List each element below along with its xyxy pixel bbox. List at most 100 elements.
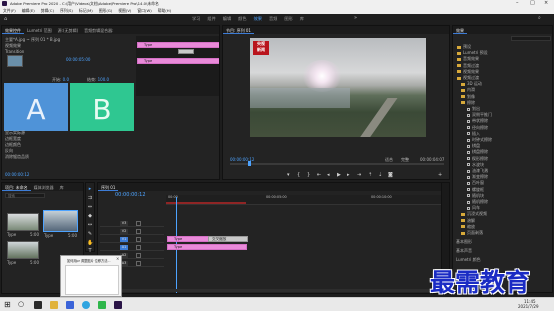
lift-icon[interactable]: ⇡: [368, 172, 372, 178]
wechat-icon[interactable]: [98, 301, 106, 309]
step-back-icon[interactable]: ◂: [327, 172, 330, 178]
in-point-icon[interactable]: {: [297, 172, 300, 178]
work-area-bar[interactable]: [166, 202, 246, 204]
marker-icon[interactable]: ▾: [287, 172, 290, 178]
menu-item-6[interactable]: 视图(V): [118, 7, 131, 14]
start-icon[interactable]: ⊞: [4, 300, 11, 309]
panel-link-0[interactable]: 基本图形: [456, 239, 472, 245]
type-tool-icon[interactable]: T: [87, 248, 93, 254]
menu-item-4[interactable]: 标记(M): [79, 7, 93, 14]
add-button-icon[interactable]: +: [438, 172, 442, 178]
timeline-ruler[interactable]: 00:00 00:00:05:00 00:00:10:00: [166, 195, 449, 205]
effect-item-18[interactable]: 楔形擦除: [467, 156, 488, 162]
hand-tool-icon[interactable]: ✋: [87, 240, 93, 246]
project-search[interactable]: 搜索: [5, 193, 45, 198]
effect-item-24[interactable]: 随机块: [467, 193, 484, 199]
slip-tool-icon[interactable]: ↔: [87, 222, 93, 228]
tab-program[interactable]: 节目: 序列 01: [223, 26, 254, 34]
timeline-scrollbar[interactable]: [98, 289, 449, 292]
effect-folder-30[interactable]: 页面剥落: [461, 230, 483, 236]
extract-icon[interactable]: ⇣: [378, 172, 382, 178]
effect-clip-bar-2[interactable]: Type: [137, 58, 219, 64]
project-tab-0[interactable]: 项目: 未命名: [2, 183, 31, 191]
tab-effects[interactable]: 效果: [453, 26, 467, 34]
folder-icon[interactable]: [50, 301, 58, 309]
track-header-v3[interactable]: V3: [100, 220, 164, 227]
minimize-button[interactable]: –: [516, 0, 519, 6]
popup-close-icon[interactable]: ×: [116, 256, 119, 261]
effect-item-19[interactable]: 水波块: [467, 162, 484, 168]
start-value[interactable]: 0.0: [63, 77, 69, 82]
go-to-out-icon[interactable]: ⇥: [357, 172, 361, 178]
effect-folder-27[interactable]: 沉浸式视频: [461, 211, 487, 217]
task-search-icon[interactable]: ○: [18, 300, 24, 308]
playhead-scrubber[interactable]: [230, 161, 444, 166]
step-forward-icon[interactable]: ▸: [347, 172, 350, 178]
effect-folder-29[interactable]: 缩放: [461, 224, 475, 230]
premiere-icon[interactable]: [114, 301, 122, 309]
popup-window[interactable]: 如何用pr 调整图片 位移方法... ×: [60, 255, 122, 297]
effect-folder-2[interactable]: 音频效果: [457, 56, 479, 62]
tab-sequence[interactable]: 序列 01: [98, 183, 119, 191]
effect-item-22[interactable]: 百叶窗: [467, 180, 484, 186]
out-point-icon[interactable]: }: [307, 172, 310, 178]
pen-tool-icon[interactable]: ✎: [87, 231, 93, 237]
home-icon[interactable]: ⌂: [4, 16, 7, 22]
explorer-icon[interactable]: [34, 301, 42, 309]
transition-marker[interactable]: [178, 49, 194, 54]
effect-folder-3[interactable]: 音频过渡: [457, 63, 479, 69]
menu-item-1[interactable]: 编辑(E): [22, 7, 35, 14]
effect-folder-8[interactable]: 划像: [461, 94, 475, 100]
timeline-clip-3[interactable]: Type: [167, 244, 247, 250]
workspace-tab-4[interactable]: 效果: [254, 16, 262, 22]
workspace-tab-5[interactable]: 音频: [269, 16, 277, 22]
selection-tool-icon[interactable]: ▸: [87, 186, 93, 192]
menu-item-8[interactable]: 帮助(H): [158, 7, 171, 14]
project-thumb-1[interactable]: [7, 213, 39, 231]
project-thumb-3[interactable]: [7, 241, 39, 259]
playhead-marker[interactable]: [248, 161, 251, 166]
track-header-a1[interactable]: A1: [100, 244, 164, 251]
effect-item-23[interactable]: 螺旋框: [467, 187, 484, 193]
end-value[interactable]: 100.0: [98, 77, 109, 82]
workspace-tab-3[interactable]: 颜色: [238, 16, 246, 22]
effect-item-17[interactable]: 棋盘擦除: [467, 149, 488, 155]
app-icon-2[interactable]: [66, 301, 74, 309]
workspace-tab-7[interactable]: 库: [300, 16, 304, 22]
workspace-tab-0[interactable]: 学习: [192, 16, 200, 22]
menu-item-2[interactable]: 剪辑(C): [41, 7, 54, 14]
export-frame-icon[interactable]: ◙: [388, 172, 393, 178]
effect-folder-4[interactable]: 视频效果: [457, 69, 479, 75]
track-toggle-icon[interactable]: [136, 253, 141, 258]
panel-link-1[interactable]: 基本声音: [456, 248, 472, 254]
track-header-v1[interactable]: V1: [100, 236, 164, 243]
effect-clip-bar[interactable]: Type: [137, 42, 219, 48]
effect-controls-tab-1[interactable]: Lumetri 范围: [24, 26, 55, 34]
effect-item-12[interactable]: 带状擦除: [467, 118, 488, 124]
razor-tool-icon[interactable]: ◆: [87, 213, 93, 219]
track-toggle-icon[interactable]: [136, 245, 141, 250]
project-thumb-2[interactable]: [43, 210, 78, 232]
menu-item-3[interactable]: 序列(S): [60, 7, 73, 14]
menu-item-0[interactable]: 文件(F): [3, 7, 16, 14]
effect-folder-28[interactable]: 溶解: [461, 218, 475, 224]
effect-item-13[interactable]: 径向擦除: [467, 125, 488, 131]
track-header-v2[interactable]: V2: [100, 228, 164, 235]
track-toggle-icon[interactable]: [136, 237, 141, 242]
effects-search-input[interactable]: [511, 36, 551, 41]
effect-folder-9[interactable]: 擦除: [461, 100, 475, 106]
search-icon[interactable]: ⌕: [538, 15, 541, 21]
track-toggle-icon[interactable]: [136, 261, 141, 266]
track-select-icon[interactable]: ⇉: [87, 195, 93, 201]
project-tab-2[interactable]: 库: [57, 183, 67, 191]
workspace-tab-1[interactable]: 组件: [207, 16, 215, 22]
browser-icon[interactable]: [82, 301, 90, 309]
timeline-timecode[interactable]: 00:00:00:12: [115, 192, 146, 198]
close-button[interactable]: ×: [544, 0, 548, 6]
menu-item-5[interactable]: 图形(G): [99, 7, 113, 14]
project-tab-1[interactable]: 媒体浏览器: [31, 183, 57, 191]
track-toggle-icon[interactable]: [136, 229, 141, 234]
workspace-menu-icon[interactable]: »: [354, 15, 357, 21]
play-icon[interactable]: ▶: [337, 172, 341, 178]
menu-item-7[interactable]: 窗口(W): [137, 7, 151, 14]
